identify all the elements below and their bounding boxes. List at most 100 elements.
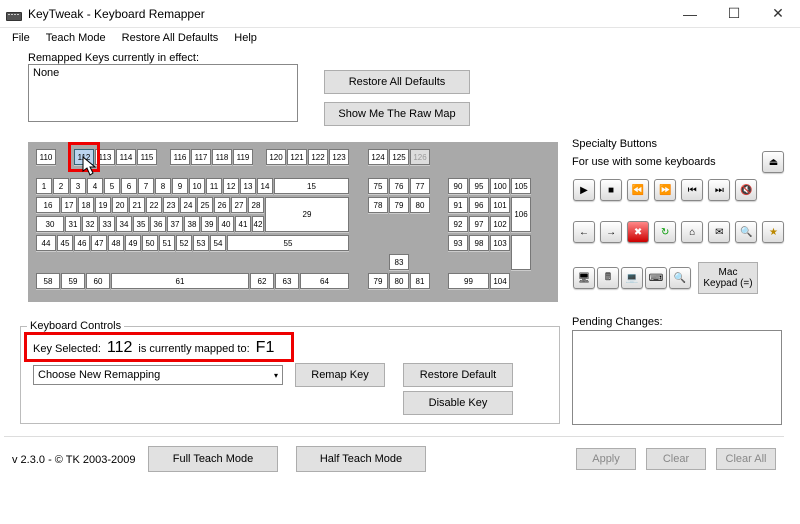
eject-button[interactable]: ⏏ (762, 151, 784, 173)
key-36[interactable]: 36 (150, 216, 166, 232)
key-11[interactable]: 11 (206, 178, 222, 194)
key-4[interactable]: 4 (87, 178, 103, 194)
keyboard-button[interactable]: ⌨ (645, 267, 667, 289)
key-105[interactable]: 105 (511, 178, 531, 194)
key-77[interactable]: 77 (410, 178, 430, 194)
window-close-button[interactable]: ✕ (756, 0, 800, 28)
key-16[interactable]: 16 (36, 197, 60, 213)
favorites-button[interactable]: ★ (762, 221, 784, 243)
explorer-button[interactable]: 💻 (621, 267, 643, 289)
key-27[interactable]: 27 (231, 197, 247, 213)
key-3[interactable]: 3 (70, 178, 86, 194)
key-99[interactable]: 99 (448, 273, 489, 289)
key-25[interactable]: 25 (197, 197, 213, 213)
key-30[interactable]: 30 (36, 216, 64, 232)
key-31[interactable]: 31 (65, 216, 81, 232)
key-110[interactable]: 110 (36, 149, 56, 165)
key-18[interactable]: 18 (78, 197, 94, 213)
key-125[interactable]: 125 (389, 149, 409, 165)
key-51[interactable]: 51 (159, 235, 175, 251)
key-34[interactable]: 34 (116, 216, 132, 232)
remap-key-button[interactable]: Remap Key (295, 363, 385, 387)
restore-default-button[interactable]: Restore Default (403, 363, 513, 387)
key-33[interactable]: 33 (99, 216, 115, 232)
key-9[interactable]: 9 (172, 178, 188, 194)
key-60[interactable]: 60 (86, 273, 110, 289)
clear-button[interactable]: Clear (646, 448, 706, 470)
key-59[interactable]: 59 (61, 273, 85, 289)
key-38[interactable]: 38 (184, 216, 200, 232)
key-19[interactable]: 19 (95, 197, 111, 213)
key-14[interactable]: 14 (257, 178, 273, 194)
key-91[interactable]: 91 (448, 197, 468, 213)
menu-help[interactable]: Help (226, 30, 265, 46)
key-64[interactable]: 64 (300, 273, 349, 289)
mac-keypad-button[interactable]: Mac Keypad (=) (698, 262, 758, 294)
mycomputer-button[interactable]: 🖥 (573, 267, 595, 289)
key-98[interactable]: 98 (469, 235, 489, 251)
calculator-button[interactable]: 🖩 (597, 267, 619, 289)
key-8[interactable]: 8 (155, 178, 171, 194)
menu-file[interactable]: File (4, 30, 38, 46)
key-5[interactable]: 5 (104, 178, 120, 194)
key-50[interactable]: 50 (142, 235, 158, 251)
menu-restore-all-defaults[interactable]: Restore All Defaults (114, 30, 227, 46)
key-54[interactable]: 54 (210, 235, 226, 251)
key-124[interactable]: 124 (368, 149, 388, 165)
apply-button[interactable]: Apply (576, 448, 636, 470)
key-46[interactable]: 46 (74, 235, 90, 251)
search-button[interactable]: 🔍 (735, 221, 757, 243)
key-7[interactable]: 7 (138, 178, 154, 194)
key-61[interactable]: 61 (111, 273, 249, 289)
media-forward-button[interactable]: ⏩ (654, 179, 676, 201)
key-115[interactable]: 115 (137, 149, 157, 165)
clear-all-button[interactable]: Clear All (716, 448, 776, 470)
key-15[interactable]: 15 (274, 178, 349, 194)
key-120[interactable]: 120 (266, 149, 286, 165)
key-104[interactable]: 104 (490, 273, 510, 289)
key-79[interactable]: 79 (389, 197, 409, 213)
key-126[interactable]: 126 (410, 149, 430, 165)
key-76[interactable]: 76 (389, 178, 409, 194)
key-47[interactable]: 47 (91, 235, 107, 251)
key-103[interactable]: 103 (490, 235, 510, 251)
key-40[interactable]: 40 (218, 216, 234, 232)
mail-button[interactable]: ✉ (708, 221, 730, 243)
key-95[interactable]: 95 (469, 178, 489, 194)
key-39[interactable]: 39 (201, 216, 217, 232)
key-93[interactable]: 93 (448, 235, 468, 251)
show-raw-map-button[interactable]: Show Me The Raw Map (324, 102, 470, 126)
key-13[interactable]: 13 (240, 178, 256, 194)
key-97[interactable]: 97 (469, 216, 489, 232)
key-114[interactable]: 114 (116, 149, 136, 165)
key-123[interactable]: 123 (329, 149, 349, 165)
key-2[interactable]: 2 (53, 178, 69, 194)
key-1[interactable]: 1 (36, 178, 52, 194)
key-96[interactable]: 96 (469, 197, 489, 213)
key-112[interactable]: 112 (74, 149, 94, 165)
key-23[interactable]: 23 (163, 197, 179, 213)
key-44[interactable]: 44 (36, 235, 56, 251)
key-49[interactable]: 49 (125, 235, 141, 251)
key-22[interactable]: 22 (146, 197, 162, 213)
key-118[interactable]: 118 (212, 149, 232, 165)
window-maximize-button[interactable]: ☐ (712, 0, 756, 28)
stop-button[interactable]: ✖ (627, 221, 649, 243)
key-80b[interactable]: 80 (389, 273, 409, 289)
refresh-button[interactable]: ↻ (654, 221, 676, 243)
remapped-keys-list[interactable]: None (28, 64, 298, 122)
key-83[interactable]: 83 (389, 254, 409, 270)
key-101[interactable]: 101 (490, 197, 510, 213)
forward-button[interactable]: → (600, 221, 622, 243)
key-20[interactable]: 20 (112, 197, 128, 213)
mute-button[interactable]: 🔇 (735, 179, 757, 201)
key-10[interactable]: 10 (189, 178, 205, 194)
key-122[interactable]: 122 (308, 149, 328, 165)
key-80[interactable]: 80 (410, 197, 430, 213)
home-button[interactable]: ⌂ (681, 221, 703, 243)
key-17[interactable]: 17 (61, 197, 77, 213)
key-113[interactable]: 113 (95, 149, 115, 165)
media-prev-button[interactable]: ⏮ (681, 179, 703, 201)
key-42[interactable]: 42 (252, 216, 264, 232)
key-29[interactable]: 29 (265, 197, 349, 232)
